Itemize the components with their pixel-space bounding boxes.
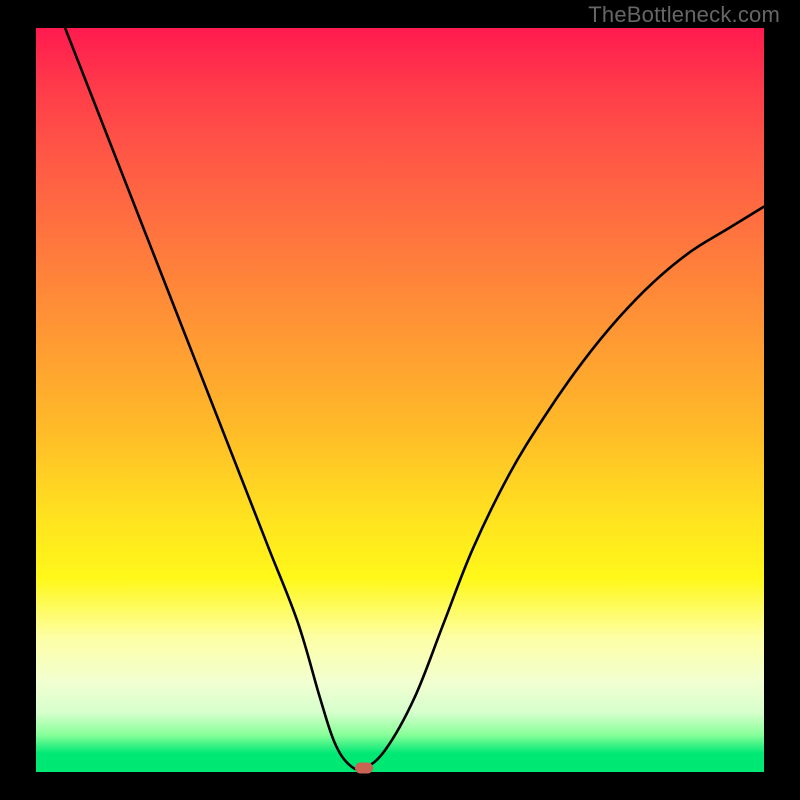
chart-frame: TheBottleneck.com: [0, 0, 800, 800]
plot-area: [36, 28, 764, 772]
min-point-marker: [355, 763, 373, 774]
watermark-text: TheBottleneck.com: [588, 2, 780, 28]
bottleneck-curve: [36, 28, 764, 772]
